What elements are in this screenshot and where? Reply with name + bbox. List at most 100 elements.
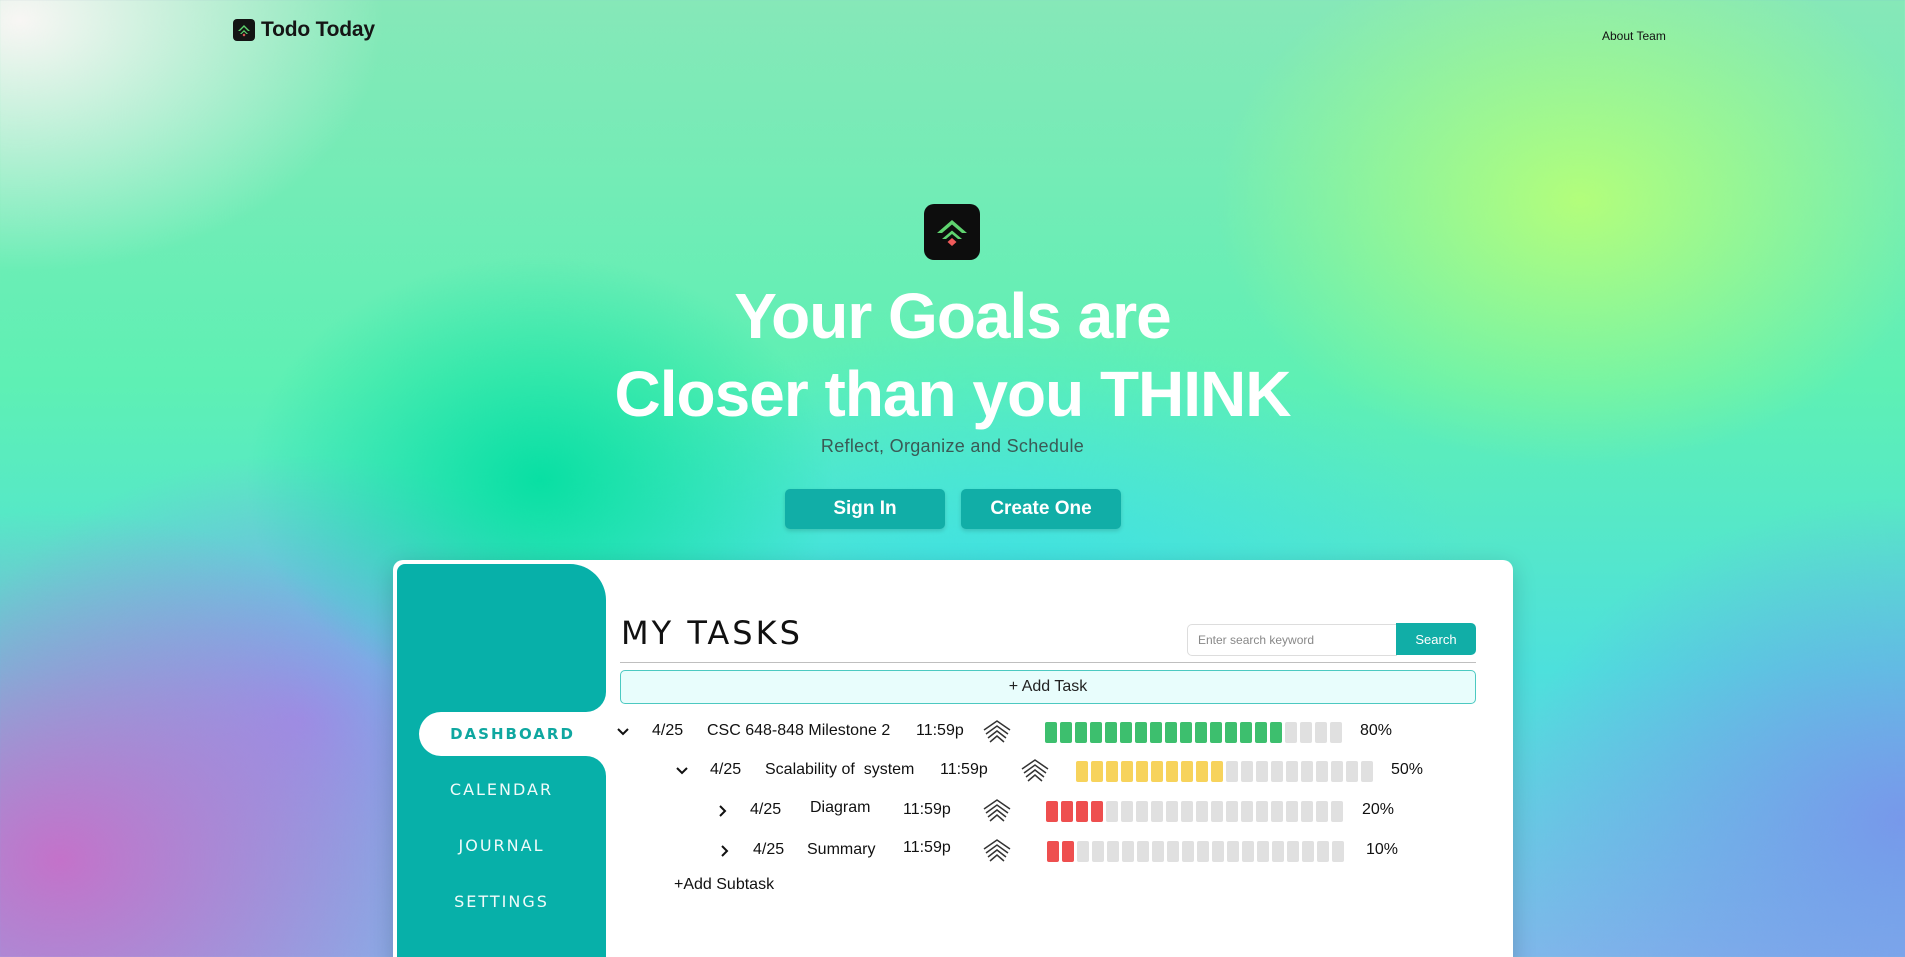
progress-segment [1256, 801, 1268, 822]
search-button[interactable]: Search [1396, 623, 1476, 655]
progress-segment [1195, 722, 1207, 743]
progress-segment [1152, 841, 1164, 862]
progress-bar [1076, 761, 1373, 782]
progress-segment [1270, 722, 1282, 743]
progress-segment [1182, 841, 1194, 862]
progress-segment [1122, 841, 1134, 862]
progress-segment [1315, 722, 1327, 743]
progress-segment [1331, 761, 1343, 782]
progress-segment [1151, 801, 1163, 822]
progress-segment [1075, 722, 1087, 743]
progress-segment [1211, 801, 1223, 822]
search-input[interactable] [1187, 624, 1397, 656]
priority-icon[interactable] [981, 718, 1013, 746]
sign-in-button[interactable]: Sign In [785, 489, 945, 529]
progress-segment [1135, 722, 1147, 743]
progress-segment [1316, 801, 1328, 822]
active-notch-top [586, 692, 606, 712]
task-row[interactable]: 4/25 Diagram 11:59p 20% [393, 797, 1513, 825]
progress-bar [1047, 841, 1344, 862]
task-time: 11:59p [916, 722, 964, 739]
progress-segment [1255, 722, 1267, 743]
progress-segment [1241, 801, 1253, 822]
chevron-right-icon[interactable] [715, 803, 731, 819]
sidebar-item-settings[interactable]: SETTINGS [397, 892, 606, 911]
progress-segment [1272, 841, 1284, 862]
progress-segment [1107, 841, 1119, 862]
brand[interactable]: Todo Today [233, 18, 375, 42]
title-divider [620, 662, 1476, 663]
page-title: MY TASKS [621, 614, 803, 652]
hero-subtitle: Reflect, Organize and Schedule [820, 436, 1085, 456]
add-task-button[interactable]: + Add Task [620, 670, 1476, 704]
task-date: 4/25 [652, 722, 684, 739]
progress-bar [1046, 801, 1343, 822]
task-row[interactable]: 4/25 Summary 11:59p 10% [393, 837, 1513, 865]
progress-segment [1212, 841, 1224, 862]
progress-segment [1196, 801, 1208, 822]
progress-segment [1062, 841, 1074, 862]
progress-segment [1227, 841, 1239, 862]
progress-segment [1331, 801, 1343, 822]
chevron-down-icon[interactable] [615, 724, 631, 740]
task-name: Summary [807, 841, 876, 858]
progress-segment [1121, 801, 1133, 822]
progress-segment [1180, 722, 1192, 743]
headline-line-2: Closer than you THINK [614, 358, 1292, 430]
progress-segment [1301, 801, 1313, 822]
task-time: 11:59p [903, 801, 951, 818]
progress-segment [1047, 841, 1059, 862]
progress-bar [1045, 722, 1342, 743]
progress-segment [1076, 761, 1088, 782]
progress-segment [1226, 761, 1238, 782]
task-row[interactable]: 4/25 CSC 648-848 Milestone 2 11:59p 80% [393, 718, 1513, 746]
progress-segment [1120, 722, 1132, 743]
progress-segment [1271, 801, 1283, 822]
progress-segment [1197, 841, 1209, 862]
progress-segment [1136, 761, 1148, 782]
progress-segment [1166, 801, 1178, 822]
progress-segment [1332, 841, 1344, 862]
priority-icon[interactable] [981, 797, 1013, 825]
progress-label: 20% [1362, 801, 1395, 818]
progress-segment [1196, 761, 1208, 782]
progress-segment [1045, 722, 1057, 743]
progress-segment [1121, 761, 1133, 782]
progress-segment [1226, 801, 1238, 822]
progress-segment [1316, 761, 1328, 782]
chevron-down-icon[interactable] [674, 763, 690, 779]
progress-segment [1181, 801, 1193, 822]
about-team-link[interactable]: About Team [1602, 29, 1666, 43]
priority-icon[interactable] [981, 837, 1013, 865]
progress-segment [1046, 801, 1058, 822]
progress-label: 80% [1360, 722, 1393, 739]
brand-name: Todo Today [261, 18, 375, 41]
progress-segment [1210, 722, 1222, 743]
progress-segment [1242, 841, 1254, 862]
progress-segment [1091, 801, 1103, 822]
top-nav: Todo Today About Team [0, 0, 1905, 60]
chevron-right-icon[interactable] [717, 843, 733, 859]
create-account-button[interactable]: Create One [961, 489, 1121, 529]
task-date: 4/25 [753, 841, 785, 858]
progress-segment [1106, 761, 1118, 782]
progress-segment [1330, 722, 1342, 743]
progress-segment [1167, 841, 1179, 862]
headline-line-1: Your Goals are [734, 280, 1172, 352]
progress-segment [1301, 761, 1313, 782]
task-name: Scalability of system [765, 761, 915, 778]
add-subtask-button[interactable]: +Add Subtask [674, 876, 774, 894]
progress-segment [1151, 761, 1163, 782]
priority-icon[interactable] [1019, 757, 1051, 785]
progress-segment [1211, 761, 1223, 782]
task-time: 11:59p [903, 839, 951, 856]
progress-segment [1165, 722, 1177, 743]
progress-segment [1300, 722, 1312, 743]
progress-segment [1240, 722, 1252, 743]
progress-segment [1286, 761, 1298, 782]
progress-segment [1285, 722, 1297, 743]
progress-segment [1181, 761, 1193, 782]
task-row[interactable]: 4/25 Scalability of system 11:59p 50% [393, 757, 1513, 785]
progress-segment [1302, 841, 1314, 862]
progress-segment [1091, 761, 1103, 782]
